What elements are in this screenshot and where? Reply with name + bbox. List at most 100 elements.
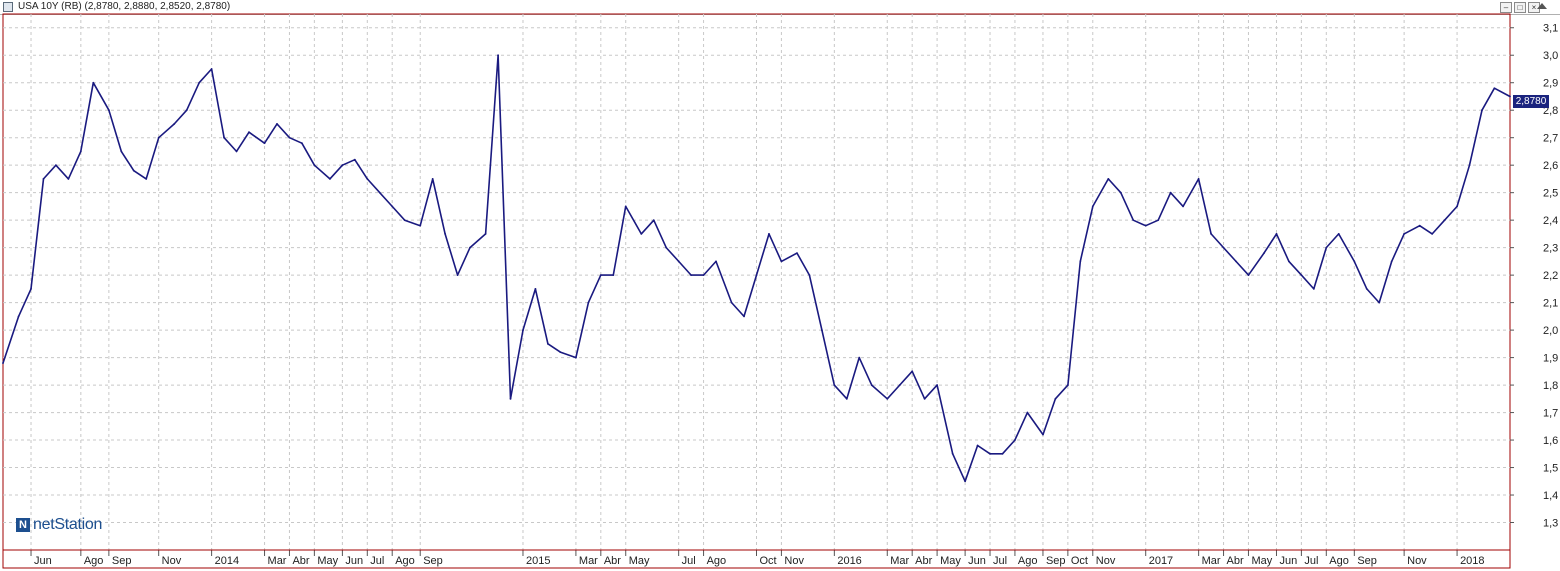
x-tick-label: Mar <box>268 555 287 567</box>
data-point <box>301 142 303 145</box>
scroll-up-icon[interactable] <box>1537 3 1547 9</box>
x-tick-label: May <box>629 555 650 567</box>
vertical-gridlines <box>30 14 1458 556</box>
data-point <box>42 178 45 180</box>
price-chart[interactable]: 1,3 1,4 1,5 1,6 1,7 1,8 1,9 2,0 2,1 2,2 2,3 2,4 2,5 2… <box>0 0 1560 571</box>
data-point <box>1054 397 1057 400</box>
data-point <box>1418 224 1421 227</box>
data-point <box>276 123 278 125</box>
data-point <box>1169 191 1172 194</box>
x-tick-label: Jun <box>345 555 363 567</box>
data-point <box>1091 205 1094 208</box>
data-point <box>640 232 643 235</box>
logo-wordmark: netStation <box>33 516 102 534</box>
data-point <box>67 178 70 180</box>
x-tick-label: May <box>317 555 338 567</box>
data-point <box>546 342 549 345</box>
data-point <box>484 232 487 235</box>
y-tick-label: 1,3 <box>1543 518 1558 530</box>
data-point <box>107 109 110 112</box>
data-point <box>845 397 848 400</box>
x-tick-label: 2015 <box>526 555 550 567</box>
data-point <box>391 205 394 208</box>
x-tick-label: Jul <box>1304 555 1318 567</box>
x-tick-label: Jun <box>1279 555 1297 567</box>
data-point <box>780 260 783 263</box>
x-tick-label: Ago <box>84 555 104 567</box>
data-point <box>1365 287 1368 290</box>
y-tick-label: 3,1 <box>1543 23 1558 35</box>
data-point <box>1263 252 1265 255</box>
data-point <box>185 109 188 112</box>
y-tick-label: 2,1 <box>1543 298 1558 310</box>
data-point <box>1014 439 1016 441</box>
data-point <box>599 274 602 277</box>
x-tick-label: May <box>1251 555 1272 567</box>
y-tick-label: 1,9 <box>1543 353 1558 365</box>
data-point <box>329 178 331 180</box>
data-point <box>419 224 422 227</box>
x-tick-label: Jul <box>370 555 384 567</box>
data-point <box>431 178 434 180</box>
data-point <box>1509 95 1511 98</box>
data-point <box>833 384 836 386</box>
y-tick-label: 1,7 <box>1543 408 1558 420</box>
x-tick-label: Nov <box>1096 555 1116 567</box>
data-point <box>30 287 32 290</box>
data-point <box>898 384 901 386</box>
data-point <box>677 260 680 263</box>
data-point <box>1144 224 1147 227</box>
data-point <box>157 136 160 139</box>
x-tick-label: Jul <box>682 555 696 567</box>
last-price-tag: 2,8780 <box>1513 95 1549 108</box>
x-tick-label: Abr <box>915 555 932 567</box>
data-point <box>509 397 512 400</box>
data-point <box>665 246 668 249</box>
data-point <box>1390 260 1393 263</box>
data-point <box>1312 287 1315 290</box>
data-point <box>702 274 705 277</box>
data-point <box>1431 232 1434 235</box>
x-tick-label: Jun <box>968 555 986 567</box>
data-point <box>1119 191 1122 194</box>
data-point <box>951 452 954 455</box>
x-tick-label: Mar <box>579 555 598 567</box>
data-point <box>652 219 655 222</box>
data-point <box>403 219 406 222</box>
data-point <box>497 54 499 57</box>
data-point <box>444 232 447 235</box>
data-point <box>2 362 4 364</box>
data-point <box>820 329 823 332</box>
data-point <box>1210 232 1212 235</box>
data-point <box>1079 260 1082 263</box>
data-point <box>248 131 250 134</box>
data-point <box>263 142 266 145</box>
data-point <box>1132 219 1135 222</box>
data-point <box>964 480 967 483</box>
logo-brand-light: net <box>33 516 55 533</box>
data-point <box>456 274 459 277</box>
x-tick-label: Abr <box>604 555 621 567</box>
y-tick-label: 2,6 <box>1543 160 1558 172</box>
y-tick-label: 2,9 <box>1543 78 1558 90</box>
data-point <box>1247 274 1250 277</box>
x-tick-label: Nov <box>162 555 182 567</box>
x-tick-label: Abr <box>1227 555 1244 567</box>
data-point <box>1493 87 1496 90</box>
data-point <box>1001 452 1004 455</box>
data-point <box>288 136 291 139</box>
data-point <box>522 329 524 332</box>
y-tick-label: 1,4 <box>1543 490 1558 502</box>
data-point <box>743 315 745 318</box>
data-point <box>612 274 615 277</box>
data-point <box>575 356 577 359</box>
data-point <box>92 81 95 84</box>
data-point <box>1337 232 1340 235</box>
y-tick-label: 2,5 <box>1543 188 1558 200</box>
data-point <box>1235 260 1237 263</box>
data-point <box>768 232 770 235</box>
x-axis-labels: Jun Ago Sep Nov 2014 Mar Abr May Jun Jul Ago Sep 201… <box>34 555 1485 567</box>
data-point <box>989 452 991 455</box>
data-point <box>911 370 914 373</box>
data-point <box>886 397 889 400</box>
